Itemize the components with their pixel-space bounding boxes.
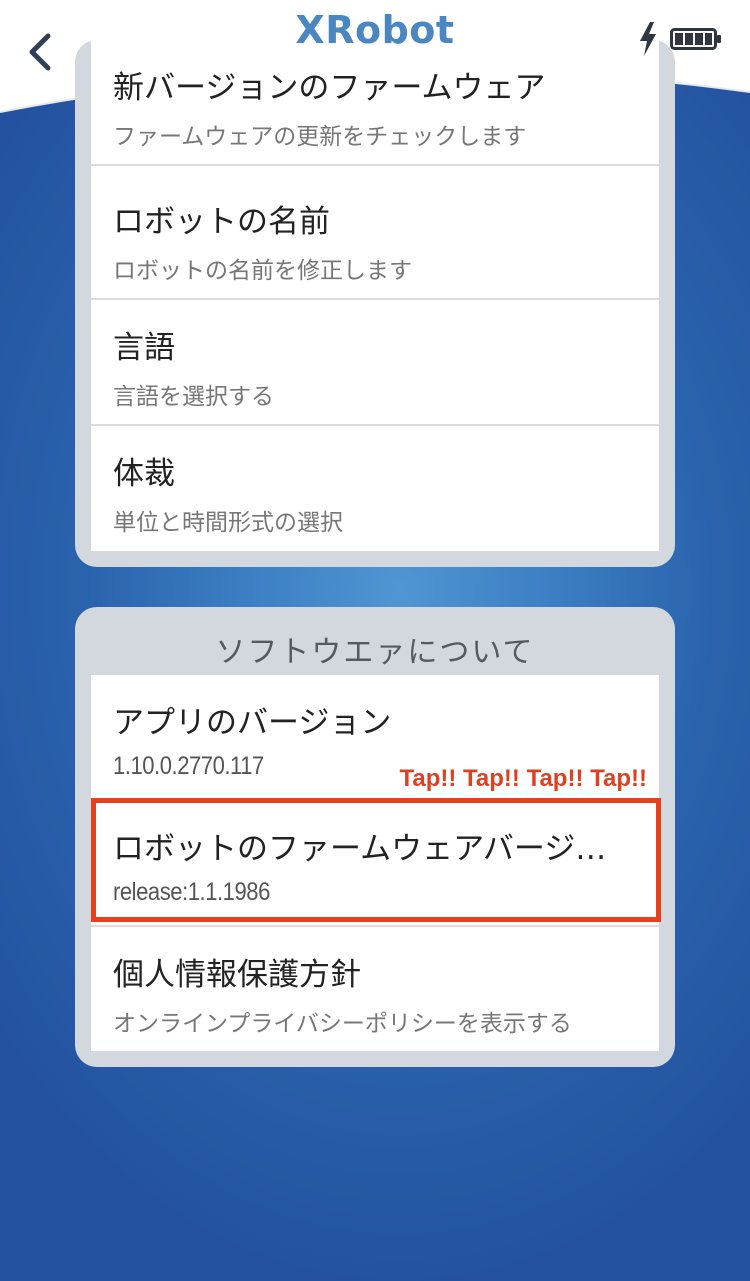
about-software-card: ソフトウエァについて アプリのバージョン 1.10.0.2770.117 ロボッ…: [75, 607, 675, 1067]
list-item-title: 個人情報保護方針: [113, 957, 361, 993]
list-item-subtitle: ファームウェアの更新をチェックします: [113, 124, 527, 150]
list-item-subtitle: 単位と時間形式の選択: [113, 510, 343, 536]
settings-card: 新バージョンのファームウェア ファームウェアの更新をチェックします ロボットの名…: [75, 40, 675, 567]
list-item-title: 体裁: [113, 456, 175, 492]
list-item-subtitle: オンラインプライバシーポリシーを表示する: [113, 1011, 572, 1037]
about-list: アプリのバージョン 1.10.0.2770.117 ロボットのファームウェアバー…: [91, 675, 659, 1051]
battery-icon: [670, 28, 721, 50]
list-item-title: アプリのバージョン: [113, 705, 392, 741]
list-item-subtitle: 言語を選択する: [113, 384, 274, 410]
tap-annotation: Tap!! Tap!! Tap!! Tap!!: [399, 765, 648, 792]
list-item-title: 言語: [113, 330, 175, 366]
list-item-title: 新バージョンのファームウェア: [113, 70, 546, 106]
list-item-language[interactable]: 言語 言語を選択する: [91, 300, 659, 426]
list-item-privacy-policy[interactable]: 個人情報保護方針 オンラインプライバシーポリシーを表示する: [91, 927, 659, 1053]
list-item-format[interactable]: 体裁 単位と時間形式の選択: [91, 426, 659, 552]
settings-list: 新バージョンのファームウェア ファームウェアの更新をチェックします ロボットの名…: [91, 40, 659, 551]
list-item-title: ロボットの名前: [113, 204, 330, 240]
status-indicators: [638, 22, 722, 56]
firmware-version-value: release:1.1.1986: [113, 878, 270, 906]
list-item-title: ロボットのファームウェアバージョン: [113, 831, 637, 867]
lightning-icon: [640, 22, 656, 56]
list-item-robot-firmware-version[interactable]: ロボットのファームウェアバージョン release:1.1.1986: [91, 801, 659, 927]
section-title: ソフトウエァについて: [215, 635, 535, 670]
list-item-robot-name[interactable]: ロボットの名前 ロボットの名前を修正します: [91, 174, 659, 300]
list-item-subtitle: ロボットの名前を修正します: [113, 258, 412, 284]
list-item-firmware-update[interactable]: 新バージョンのファームウェア ファームウェアの更新をチェックします: [91, 40, 659, 166]
